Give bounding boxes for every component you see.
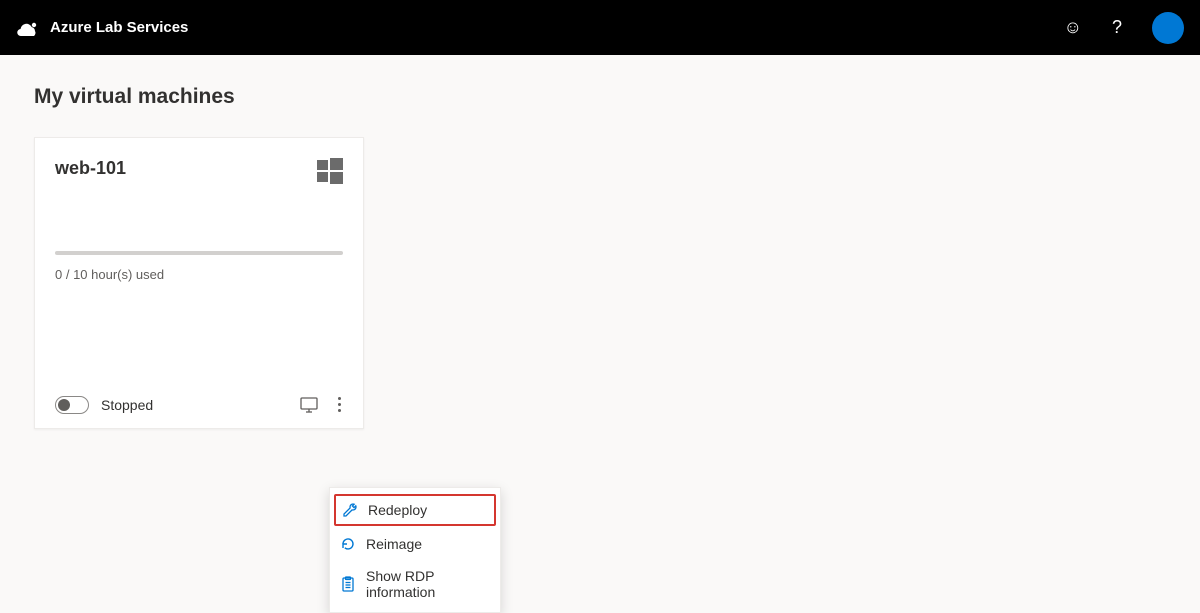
help-icon[interactable]: ?	[1112, 17, 1122, 38]
clipboard-icon	[340, 576, 356, 592]
windows-icon	[317, 158, 343, 184]
wrench-icon	[342, 502, 358, 518]
page-title: My virtual machines	[34, 85, 1166, 109]
menu-item-redeploy[interactable]: Redeploy	[334, 494, 496, 526]
app-header: Azure Lab Services ☺ ?	[0, 0, 1200, 55]
main-content: My virtual machines web-101 0 / 10 hour(…	[0, 55, 1200, 459]
user-avatar[interactable]	[1152, 12, 1184, 44]
menu-label-reimage: Reimage	[366, 536, 422, 552]
toggle-knob	[58, 399, 70, 411]
feedback-icon[interactable]: ☺	[1064, 17, 1082, 38]
power-toggle[interactable]	[55, 396, 89, 414]
header-right: ☺ ?	[1064, 12, 1184, 44]
usage-progress-bar	[55, 251, 343, 255]
vm-name: web-101	[55, 158, 126, 179]
azure-logo-icon	[16, 16, 40, 40]
footer-actions	[300, 395, 343, 414]
vm-card-footer: Stopped	[55, 395, 343, 414]
menu-label-rdp: Show RDP information	[366, 568, 490, 600]
more-actions-button[interactable]	[336, 395, 343, 414]
menu-item-reimage[interactable]: Reimage	[330, 528, 500, 560]
menu-item-rdp-info[interactable]: Show RDP information	[330, 560, 500, 608]
vm-card: web-101 0 / 10 hour(s) used Stopped	[34, 137, 364, 429]
vm-card-header: web-101	[55, 158, 343, 184]
connect-icon[interactable]	[300, 396, 318, 414]
usage-text: 0 / 10 hour(s) used	[55, 267, 343, 282]
reimage-icon	[340, 536, 356, 552]
header-left: Azure Lab Services	[16, 16, 188, 40]
menu-label-redeploy: Redeploy	[368, 502, 427, 518]
app-title: Azure Lab Services	[50, 19, 188, 36]
vm-status: Stopped	[101, 397, 153, 413]
vm-context-menu: Redeploy Reimage Show RDP information	[329, 487, 501, 613]
